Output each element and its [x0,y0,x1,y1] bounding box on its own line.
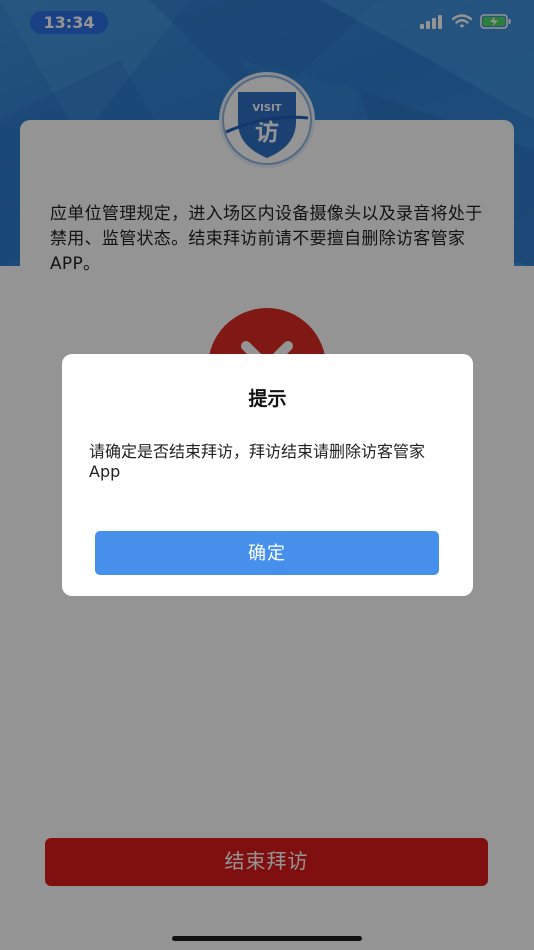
dialog-message: 请确定是否结束拜访，拜访结束请删除访客管家 App [89,442,426,481]
dialog-title: 提示 [248,388,287,410]
home-indicator[interactable] [172,936,362,941]
confirm-dialog: 提示 请确定是否结束拜访，拜访结束请删除访客管家 App 确定 [62,354,473,596]
confirm-button[interactable]: 确定 [95,531,439,575]
app-screen: 13:34 应单位管理规定，进入场区内设备摄像头以及录音将处于禁用、监管状态。结… [0,0,534,950]
